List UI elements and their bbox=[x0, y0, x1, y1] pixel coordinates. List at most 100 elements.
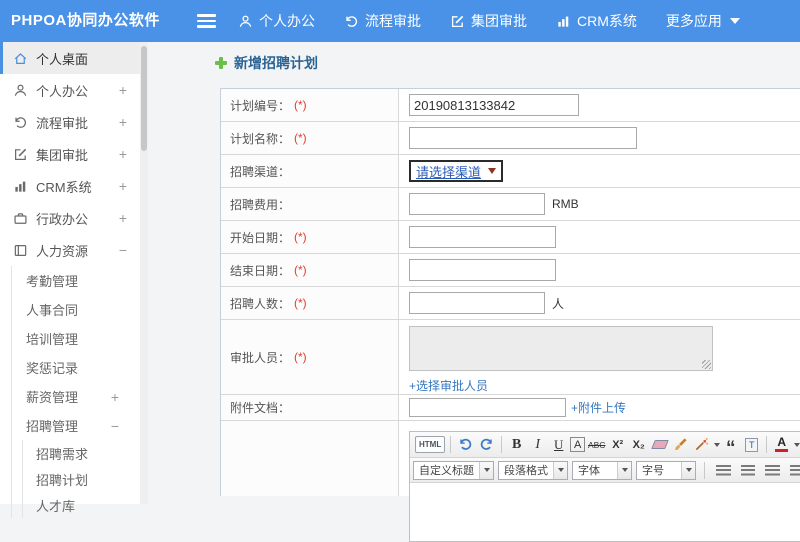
caret-down-icon[interactable] bbox=[714, 442, 721, 447]
sidebar-item-label: 招聘计划 bbox=[36, 472, 89, 488]
blockquote-button[interactable]: “ bbox=[721, 435, 740, 458]
expand-toggle[interactable]: + bbox=[119, 146, 127, 162]
caret-down-icon bbox=[617, 461, 631, 479]
sidebar-item-recruitment-demand[interactable]: 招聘需求 bbox=[23, 440, 140, 466]
sidebar-scrollbar-thumb[interactable] bbox=[141, 46, 147, 151]
expand-toggle[interactable]: + bbox=[119, 210, 127, 226]
sidebar-item-hr-contract[interactable]: 人事合同 bbox=[12, 295, 140, 324]
topnav-label: CRM系统 bbox=[577, 13, 637, 29]
sidebar-item-label: 个人桌面 bbox=[36, 51, 89, 67]
expand-toggle[interactable]: + bbox=[111, 389, 119, 405]
sidebar-item-admin-office[interactable]: 行政办公 + bbox=[0, 202, 140, 234]
sidebar-item-personal-desktop[interactable]: 个人桌面 bbox=[0, 42, 140, 74]
add-icon bbox=[215, 57, 227, 69]
sidebar-item-group-approval[interactable]: 集团审批 + bbox=[0, 138, 140, 170]
topnav-crm[interactable]: CRM系统 bbox=[556, 11, 637, 31]
sidebar-item-personal-office[interactable]: 个人办公 + bbox=[0, 74, 140, 106]
font-family-dropdown[interactable]: 字体 bbox=[572, 460, 632, 480]
subscript-button[interactable]: X₂ bbox=[629, 435, 648, 454]
plan-number-input[interactable] bbox=[409, 94, 579, 116]
topbar: PHPOA协同办公软件 个人办公 流程审批 集团审批 CRM系统 更多应用 bbox=[0, 0, 800, 42]
form-row-fee: 招聘费用： RMB bbox=[221, 188, 800, 221]
expand-toggle[interactable]: + bbox=[119, 114, 127, 130]
approvers-textarea[interactable] bbox=[409, 326, 713, 371]
sidebar-item-label: 招聘管理 bbox=[26, 419, 79, 434]
sidebar-item-recruitment-plan[interactable]: 招聘计划 bbox=[23, 466, 140, 492]
editor-content-area[interactable] bbox=[410, 483, 800, 541]
html-source-button[interactable]: HTML bbox=[415, 436, 446, 453]
sidebar-item-label: CRM系统 bbox=[36, 179, 92, 195]
sidebar-item-workflow-approval[interactable]: 流程审批 + bbox=[0, 106, 140, 138]
page-header: 新增招聘计划 bbox=[215, 53, 318, 73]
paste-text-icon[interactable]: T bbox=[742, 435, 761, 454]
required-marker: (*) bbox=[294, 98, 307, 112]
align-right-icon[interactable] bbox=[765, 464, 780, 476]
topnav-personal-office[interactable]: 个人办公 bbox=[238, 11, 315, 31]
menu-icon[interactable] bbox=[197, 14, 216, 28]
sidebar-item-label: 人力资源 bbox=[36, 243, 89, 259]
channel-select[interactable]: 请选择渠道 bbox=[409, 160, 504, 182]
caret-down-icon bbox=[488, 168, 497, 174]
sidebar-item-label: 奖惩记录 bbox=[26, 361, 79, 376]
resize-grip-icon[interactable] bbox=[702, 360, 711, 369]
topnav-label: 更多应用 bbox=[665, 13, 722, 29]
attachment-input[interactable] bbox=[409, 398, 566, 417]
sidebar-item-rewards[interactable]: 奖惩记录 bbox=[12, 353, 140, 382]
fee-input[interactable] bbox=[409, 193, 545, 215]
sidebar-item-human-resources[interactable]: 人力资源 − bbox=[0, 234, 140, 266]
page-title: 新增招聘计划 bbox=[234, 55, 318, 71]
sidebar-item-crm[interactable]: CRM系统 + bbox=[0, 170, 140, 202]
redo-icon[interactable] bbox=[477, 435, 496, 454]
format-brush-icon[interactable] bbox=[671, 435, 690, 454]
undo-icon[interactable] bbox=[456, 435, 475, 454]
bold-button[interactable]: B bbox=[507, 435, 526, 454]
briefcase-icon bbox=[13, 211, 28, 226]
end-date-input[interactable] bbox=[409, 259, 556, 281]
caret-down-icon bbox=[681, 461, 695, 479]
font-size-dropdown[interactable]: 字号 bbox=[636, 460, 696, 480]
headcount-input[interactable] bbox=[409, 292, 545, 314]
magic-wand-icon[interactable] bbox=[692, 435, 711, 454]
italic-button[interactable]: I bbox=[528, 435, 547, 454]
form-row-approvers: 审批人员： (*) +选择审批人员 bbox=[221, 320, 800, 395]
sidebar-item-recruitment[interactable]: 招聘管理 − bbox=[12, 411, 140, 440]
sidebar: 个人桌面 个人办公 + 流程审批 + 集团审批 + CRM系统 + 行政办公 + bbox=[0, 42, 140, 518]
field-label: 招聘费用： bbox=[230, 197, 291, 212]
collapse-toggle[interactable]: − bbox=[111, 418, 119, 434]
form-row-channel: 招聘渠道： 请选择渠道 bbox=[221, 155, 800, 188]
sidebar-item-attendance[interactable]: 考勤管理 bbox=[12, 266, 140, 295]
required-marker: (*) bbox=[294, 296, 307, 310]
expand-toggle[interactable]: + bbox=[119, 82, 127, 98]
topnav-workflow-approval[interactable]: 流程审批 bbox=[344, 11, 421, 31]
required-marker: (*) bbox=[294, 131, 307, 145]
field-label: 附件文档： bbox=[230, 401, 291, 415]
sidebar-item-talent-pool[interactable]: 人才库 bbox=[23, 492, 140, 518]
user-icon bbox=[13, 83, 28, 98]
expand-toggle[interactable]: + bbox=[119, 178, 127, 194]
topnav-more-apps[interactable]: 更多应用 bbox=[666, 11, 740, 31]
start-date-input[interactable] bbox=[409, 226, 556, 248]
user-icon bbox=[238, 14, 253, 29]
custom-heading-dropdown[interactable]: 自定义标题 bbox=[413, 460, 494, 480]
align-justify-icon[interactable] bbox=[790, 464, 800, 476]
superscript-button[interactable]: X² bbox=[608, 435, 627, 454]
plan-name-input[interactable] bbox=[409, 127, 637, 149]
align-left-icon[interactable] bbox=[716, 464, 731, 476]
caret-down-icon[interactable] bbox=[794, 442, 800, 447]
eraser-icon[interactable] bbox=[650, 435, 669, 454]
attachment-upload-link[interactable]: +附件上传 bbox=[571, 399, 626, 416]
sidebar-item-training[interactable]: 培训管理 bbox=[12, 324, 140, 353]
sidebar-item-salary[interactable]: 薪资管理 + bbox=[12, 382, 140, 411]
align-center-icon[interactable] bbox=[741, 464, 755, 476]
underline-button[interactable]: U bbox=[549, 435, 568, 454]
paragraph-format-dropdown[interactable]: 段落格式 bbox=[498, 460, 568, 480]
strikethrough-button[interactable]: ABC bbox=[587, 435, 606, 454]
select-approvers-link[interactable]: +选择审批人员 bbox=[409, 377, 488, 394]
top-navigation: 个人办公 流程审批 集团审批 CRM系统 更多应用 bbox=[238, 0, 769, 42]
font-color-button[interactable]: A bbox=[772, 435, 791, 454]
bar-chart-icon bbox=[556, 14, 571, 29]
form-row-plan-number: 计划编号： (*) bbox=[221, 89, 800, 122]
collapse-toggle[interactable]: − bbox=[119, 242, 127, 258]
font-style-button[interactable]: A bbox=[570, 437, 586, 452]
topnav-group-approval[interactable]: 集团审批 bbox=[450, 11, 527, 31]
